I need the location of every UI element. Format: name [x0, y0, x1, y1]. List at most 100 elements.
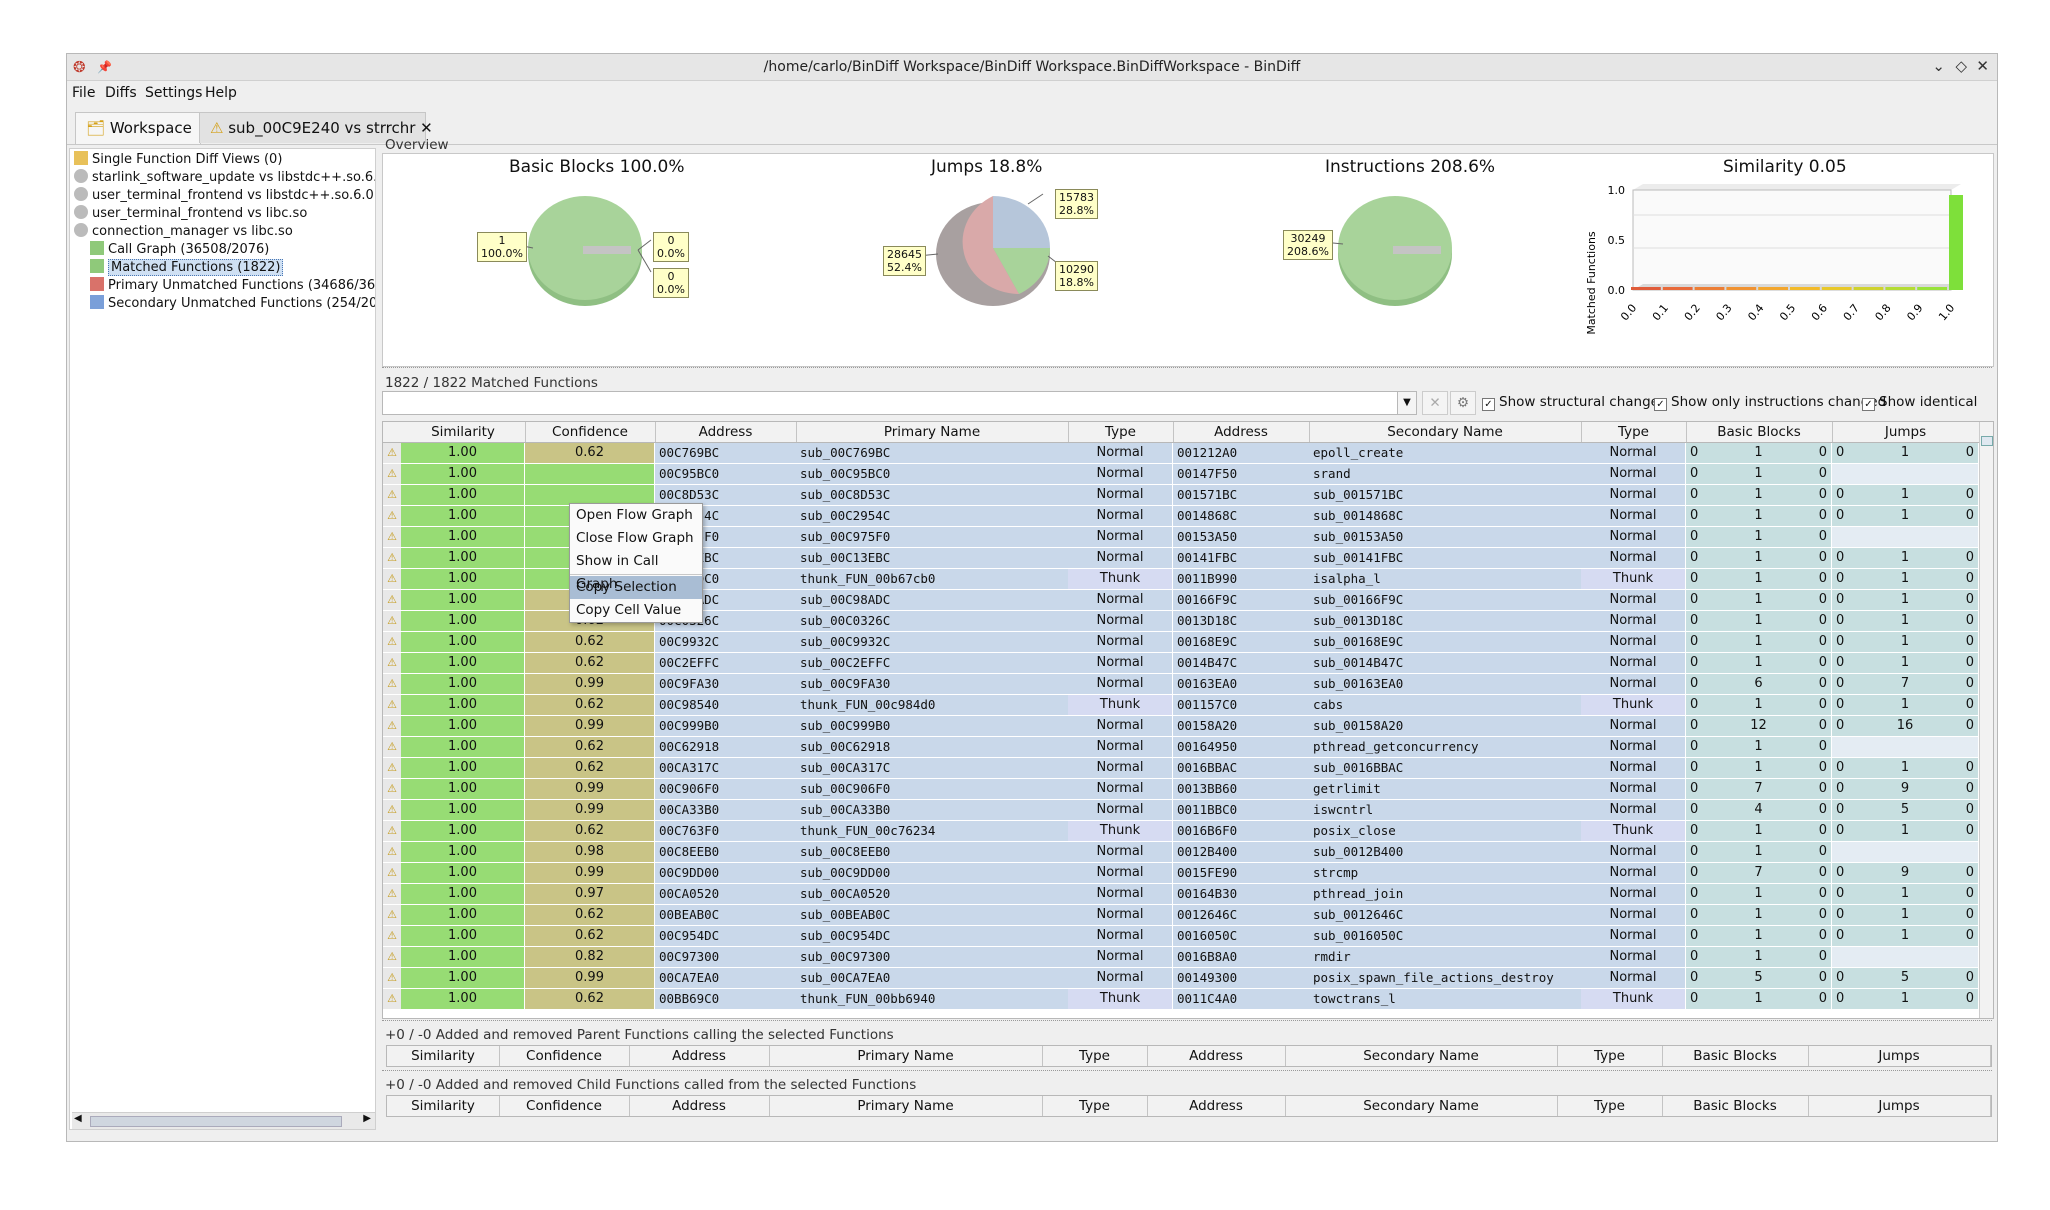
menu-item-close-flow-graph[interactable]: Close Flow Graph: [570, 527, 702, 550]
column-header-jumps[interactable]: Jumps: [1808, 1046, 1991, 1066]
show-structural-checkbox[interactable]: ✓ Show structural changes: [1482, 394, 1666, 411]
tree-item-diff[interactable]: connection_manager vs libc.so: [74, 223, 293, 241]
tree-item-secondary-unmatched[interactable]: Secondary Unmatched Functions (254/2076: [90, 295, 375, 313]
cell-secondary-name: towctrans_l: [1309, 989, 1585, 1010]
basic-blocks-value: 0: [1818, 760, 1827, 775]
table-row[interactable]: ⚠ 1.00 0.99 00C9DD00 sub_00C9DD00 Normal 0015F…: [383, 863, 1979, 884]
splitter[interactable]: [382, 367, 1992, 372]
column-header-primary-type[interactable]: Type: [1042, 1046, 1148, 1066]
table-row[interactable]: ⚠ 1.00 0.62 00C98540 thunk_FUN_00c984d0 Thunk…: [383, 695, 1979, 716]
table-row[interactable]: ⚠ 1.00 0.99 00CA33B0 sub_00CA33B0 Normal 0011B…: [383, 800, 1979, 821]
column-header-primary-address[interactable]: Address: [629, 1046, 770, 1066]
table-row[interactable]: ⚠ 1.00 0.62 00CA317C sub_00CA317C Normal 0016B…: [383, 758, 1979, 779]
maximize-icon[interactable]: ◇: [1955, 57, 1967, 75]
column-header-secondary-name[interactable]: Secondary Name: [1285, 1096, 1558, 1116]
column-header-basic-blocks[interactable]: Basic Blocks: [1662, 1096, 1809, 1116]
tree-item-call-graph[interactable]: Call Graph (36508/2076): [90, 241, 269, 259]
basic-blocks-value: 4: [1754, 802, 1763, 817]
table-row[interactable]: ⚠ 1.00 0.62 00C2EFFC sub_00C2EFFC Normal 0014B…: [383, 653, 1979, 674]
clear-filter-icon[interactable]: ✕: [1422, 391, 1448, 415]
table-row[interactable]: ⚠ 1.00 0.98 00C8EEB0 sub_00C8EEB0 Normal 0012B…: [383, 842, 1979, 863]
jumps-value: 0: [1965, 697, 1974, 712]
column-header-secondary-type[interactable]: Type: [1581, 422, 1687, 442]
column-header-similarity[interactable]: Similarity: [387, 1096, 500, 1116]
table-row[interactable]: ⚠ 1.00 0.99 00C999B0 sub_00C999B0 Normal 00158…: [383, 716, 1979, 737]
close-icon[interactable]: ✕: [1976, 57, 1989, 75]
column-header-secondary-name[interactable]: Secondary Name: [1309, 422, 1582, 442]
tree-item-single-function-views[interactable]: Single Function Diff Views (0): [74, 151, 282, 169]
column-header-basic-blocks[interactable]: Basic Blocks: [1662, 1046, 1809, 1066]
scroll-thumb[interactable]: [1981, 436, 1993, 446]
menu-file[interactable]: File: [72, 85, 95, 101]
column-header-confidence[interactable]: Confidence: [499, 1046, 630, 1066]
column-header-secondary-address[interactable]: Address: [1173, 422, 1310, 442]
column-header-secondary-address[interactable]: Address: [1147, 1096, 1286, 1116]
table-row[interactable]: ⚠ 1.00 0.99 00CA7EA0 sub_00CA7EA0 Normal 00149…: [383, 968, 1979, 989]
menu-item-copy-cell-value[interactable]: Copy Cell Value: [570, 599, 702, 622]
column-header-secondary-type[interactable]: Type: [1557, 1096, 1663, 1116]
menu-item-show-in-call-graph[interactable]: Show in Call Graph: [570, 550, 702, 592]
column-header-confidence[interactable]: Confidence: [499, 1096, 630, 1116]
tree-item-diff[interactable]: user_terminal_frontend vs libstdc++.so.6…: [74, 187, 375, 205]
column-header-primary-address[interactable]: Address: [655, 422, 797, 442]
show-identical-checkbox[interactable]: ✓ Show identical: [1862, 394, 1977, 411]
table-row[interactable]: ⚠ 1.00 0.82 00C97300 sub_00C97300 Normal 0016B…: [383, 947, 1979, 968]
column-header-similarity[interactable]: Similarity: [401, 422, 526, 442]
scroll-left-icon[interactable]: ◀: [74, 1113, 82, 1124]
table-row[interactable]: ⚠ 1.00 0.62 00BB69C0 thunk_FUN_00bb6940 Thunk…: [383, 989, 1979, 1010]
column-header-primary-name[interactable]: Primary Name: [769, 1096, 1043, 1116]
table-row[interactable]: ⚠ 1.00 0.62 00BEAB0C sub_00BEAB0C Normal 00126…: [383, 905, 1979, 926]
tab-workspace[interactable]: 🗂 Workspace: [75, 112, 201, 144]
column-header-secondary-name[interactable]: Secondary Name: [1285, 1046, 1558, 1066]
cell-primary-address: 00C2EFFC: [655, 653, 800, 674]
cell-primary-type: Normal: [1068, 548, 1173, 569]
cell-similarity: 1.00: [401, 716, 525, 737]
table-row[interactable]: ⚠ 1.00 0.99 00C9FA30 sub_00C9FA30 Normal 00163…: [383, 674, 1979, 695]
cell-confidence: 0.62: [525, 653, 655, 674]
table-row[interactable]: ⚠ 1.00 0.62 00C9932C sub_00C9932C Normal 00168…: [383, 632, 1979, 653]
splitter[interactable]: [382, 1020, 1992, 1025]
menu-item-copy-selection[interactable]: Copy Selection: [570, 576, 702, 599]
settings-gear-icon[interactable]: ⚙: [1450, 391, 1476, 415]
tree-item-matched-functions[interactable]: Matched Functions (1822): [90, 259, 284, 277]
scroll-thumb[interactable]: [90, 1116, 342, 1127]
cell-secondary-type: Normal: [1581, 464, 1686, 485]
column-header-primary-address[interactable]: Address: [629, 1096, 770, 1116]
tree-horizontal-scrollbar[interactable]: ◀ ▶: [72, 1112, 375, 1129]
column-header-primary-name[interactable]: Primary Name: [769, 1046, 1043, 1066]
column-header-jumps[interactable]: Jumps: [1808, 1096, 1991, 1116]
column-header-similarity[interactable]: Similarity: [387, 1046, 500, 1066]
tree-item-diff[interactable]: user_terminal_frontend vs libc.so: [74, 205, 307, 223]
minimize-icon[interactable]: ⌄: [1932, 57, 1945, 75]
menu-diffs[interactable]: Diffs: [105, 85, 137, 101]
column-header-confidence[interactable]: Confidence: [525, 422, 656, 442]
column-header-primary-type[interactable]: Type: [1042, 1096, 1148, 1116]
menu-help[interactable]: Help: [205, 85, 237, 101]
column-header-basic-blocks[interactable]: Basic Blocks: [1686, 422, 1833, 442]
table-row[interactable]: ⚠ 1.00 00C95BC0 sub_00C95BC0 Normal 00147F50 s…: [383, 464, 1979, 485]
table-row[interactable]: ⚠ 1.00 0.62 00C954DC sub_00C954DC Normal 00160…: [383, 926, 1979, 947]
show-instructions-changed-checkbox[interactable]: ✓ Show only instructions changed: [1654, 394, 1886, 411]
table-row[interactable]: ⚠ 1.00 0.62 00C763F0 thunk_FUN_00c76234 Thunk…: [383, 821, 1979, 842]
column-header-secondary-address[interactable]: Address: [1147, 1046, 1286, 1066]
menu-item-open-flow-graph[interactable]: Open Flow Graph: [570, 504, 702, 527]
tab-close-icon[interactable]: ✕: [420, 119, 433, 137]
menu-settings[interactable]: Settings: [145, 85, 202, 101]
cell-similarity: 1.00: [401, 506, 525, 527]
table-row[interactable]: ⚠ 1.00 0.97 00CA0520 sub_00CA0520 Normal 00164…: [383, 884, 1979, 905]
table-row[interactable]: ⚠ 1.00 0.62 00C62918 sub_00C62918 Normal 00164…: [383, 737, 1979, 758]
splitter[interactable]: [382, 1070, 1992, 1075]
table-row[interactable]: ⚠ 1.00 0.62 00C769BC sub_00C769BC Normal 00121…: [383, 443, 1979, 464]
table-vertical-scrollbar[interactable]: [1979, 422, 1993, 1018]
filter-input[interactable]: [382, 391, 1399, 415]
scroll-right-icon[interactable]: ▶: [363, 1113, 371, 1124]
table-row[interactable]: ⚠ 1.00 0.99 00C906F0 sub_00C906F0 Normal 0013B…: [383, 779, 1979, 800]
filter-dropdown-icon[interactable]: ▼: [1397, 391, 1417, 415]
tree-item-diff[interactable]: starlink_software_update vs libstdc++.so…: [74, 169, 375, 187]
column-header-primary-name[interactable]: Primary Name: [796, 422, 1069, 442]
cell-confidence: 0.62: [525, 758, 655, 779]
column-header-jumps[interactable]: Jumps: [1832, 422, 1980, 442]
column-header-secondary-type[interactable]: Type: [1557, 1046, 1663, 1066]
tree-item-primary-unmatched[interactable]: Primary Unmatched Functions (34686/3650: [90, 277, 375, 295]
column-header-primary-type[interactable]: Type: [1068, 422, 1174, 442]
